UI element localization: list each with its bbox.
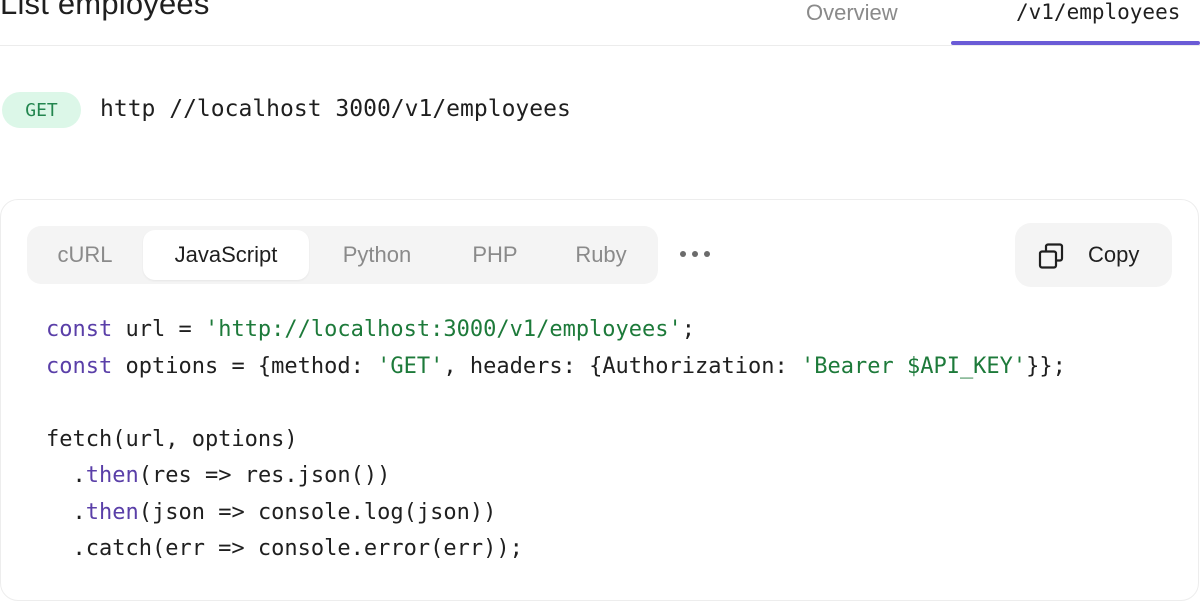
code-token: . xyxy=(46,499,86,525)
more-languages-button[interactable] xyxy=(672,236,718,272)
code-token: url = xyxy=(112,317,205,342)
code-token: 'Bearer $API_KEY' xyxy=(801,353,1027,379)
code-token: then xyxy=(85,463,139,488)
code-token: . xyxy=(46,463,86,488)
code-line: .then(res => res.json()) xyxy=(46,458,1186,495)
code-token: }}; xyxy=(1026,353,1066,379)
code-token: options = {method: xyxy=(112,353,378,379)
language-tab-php[interactable]: PHP xyxy=(445,230,545,280)
code-line: const options = {method: 'GET', headers:… xyxy=(46,349,1186,386)
language-tab-ruby[interactable]: Ruby xyxy=(549,230,653,280)
code-token: 'GET' xyxy=(377,353,444,379)
copy-icon xyxy=(1038,243,1064,269)
language-tab-curl[interactable]: cURL xyxy=(31,230,139,280)
language-tabs: cURL JavaScript Python PHP Ruby xyxy=(27,226,658,284)
http-method-badge: GET xyxy=(2,92,81,128)
language-tab-javascript[interactable]: JavaScript xyxy=(143,230,309,280)
language-tab-python[interactable]: Python xyxy=(313,230,441,280)
copy-button-label: Copy xyxy=(1088,242,1140,267)
code-token: ; xyxy=(681,317,696,342)
more-horizontal-icon xyxy=(680,251,710,257)
code-token: 'http://localhost:3000/v1/employees' xyxy=(204,317,682,342)
tab-overview[interactable]: Overview xyxy=(806,0,898,28)
code-token: const xyxy=(46,353,113,379)
code-token: then xyxy=(85,499,139,525)
endpoint-url: http //localhost 3000/v1/employees xyxy=(100,96,571,122)
code-snippet: const url = 'http://localhost:3000/v1/em… xyxy=(46,312,1186,568)
code-line: const url = 'http://localhost:3000/v1/em… xyxy=(46,312,1186,349)
page-title: List employees xyxy=(0,0,210,21)
tab-endpoint[interactable]: /v1/employees xyxy=(1016,0,1180,28)
code-token: fetch(url, options) xyxy=(46,426,298,452)
code-line: .then(json => console.log(json)) xyxy=(46,495,1186,532)
header-divider xyxy=(0,45,1200,46)
code-token: .catch(err => console.error(err)); xyxy=(46,536,523,561)
code-line: .catch(err => console.error(err)); xyxy=(46,531,1186,568)
code-token: (res => res.json()) xyxy=(138,463,391,488)
code-line: fetch(url, options) xyxy=(46,422,1186,459)
code-token: const xyxy=(46,317,113,342)
copy-button[interactable]: Copy xyxy=(1015,223,1172,287)
code-token: , headers: {Authorization: xyxy=(443,353,801,379)
code-token: (json => console.log(json)) xyxy=(138,499,497,525)
